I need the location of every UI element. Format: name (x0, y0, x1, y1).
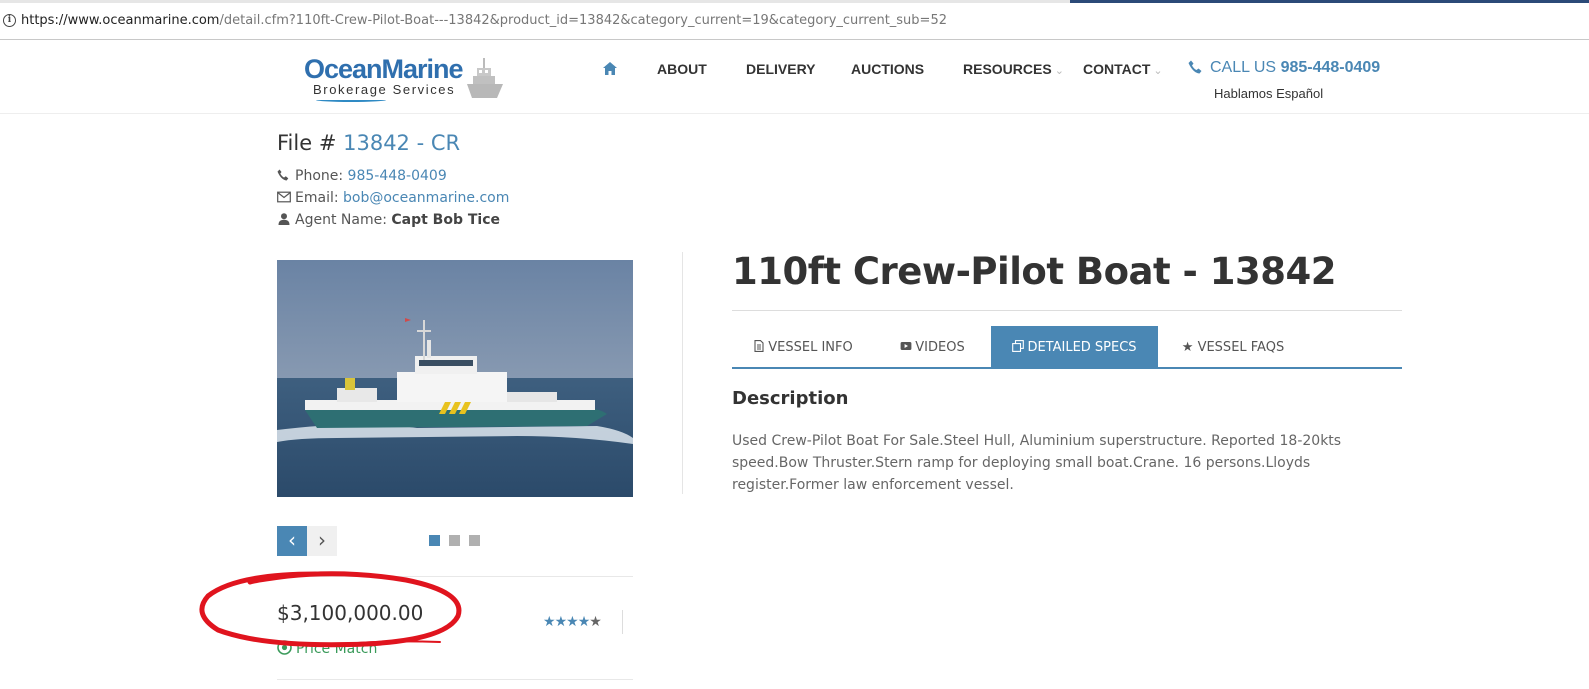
home-icon[interactable] (603, 62, 617, 75)
video-icon (900, 342, 912, 350)
phone-icon (1188, 60, 1202, 74)
chevron-right-icon: › (318, 528, 326, 552)
gallery-dot-1[interactable] (429, 535, 440, 546)
gallery-next-button[interactable]: › (307, 526, 337, 556)
phone-icon (277, 169, 289, 181)
agent-label: Agent Name: (295, 212, 387, 228)
email-link[interactable]: bob@oceanmarine.com (343, 190, 509, 206)
star-icon: ★ (554, 614, 568, 630)
nav-resources[interactable]: RESOURCES ⌄ (963, 61, 1064, 77)
star-icon: ★ (1181, 340, 1194, 355)
phone-line: Phone: 985-448-0409 (277, 168, 447, 184)
tab-detailed-specs-label: DETAILED SPECS (1027, 340, 1137, 355)
site-logo[interactable]: OceanMarine Brokerage Services (304, 54, 504, 106)
chevron-down-icon: ⌄ (1054, 65, 1064, 77)
url-text[interactable]: https://www.oceanmarine.com/detail.cfm?1… (21, 13, 947, 28)
rating-divider (622, 610, 623, 634)
tab-videos-label: VIDEOS (915, 340, 965, 355)
nav-auctions-label: AUCTIONS (851, 61, 925, 77)
browser-address-bar[interactable]: i https://www.oceanmarine.com/detail.cfm… (0, 0, 1589, 40)
tab-vessel-faqs-label: VESSEL FAQS (1197, 340, 1285, 355)
tab-underline (732, 367, 1402, 369)
gallery-dot-3[interactable] (469, 535, 480, 546)
tab-vessel-faqs[interactable]: ★ VESSEL FAQS (1158, 326, 1308, 368)
nav-delivery[interactable]: DELIVERY (746, 61, 816, 77)
logo-swoosh (316, 98, 386, 102)
copy-icon (1012, 340, 1025, 352)
vessel-photo[interactable] (277, 260, 633, 497)
title-divider (732, 310, 1402, 311)
call-us[interactable]: CALL US 985-448-0409 (1210, 59, 1380, 77)
chevron-left-icon: ‹ (288, 528, 296, 552)
phone-link[interactable]: 985-448-0409 (348, 168, 447, 184)
nav-auctions[interactable]: AUCTIONS (851, 61, 924, 77)
nav-resources-label: RESOURCES (963, 61, 1052, 77)
star-icon: ★ (589, 614, 602, 630)
url-host: https://www.oceanmarine.com (21, 13, 220, 28)
nav-contact-label: CONTACT (1083, 61, 1151, 77)
phone-label: Phone: (295, 168, 344, 184)
tab-strip-right (1070, 0, 1589, 3)
email-line: Email: bob@oceanmarine.com (277, 190, 509, 206)
call-us-label: CALL US (1210, 59, 1277, 76)
description-heading: Description (732, 388, 849, 409)
description-text: Used Crew-Pilot Boat For Sale.Steel Hull… (732, 433, 1342, 493)
gallery-prev-button[interactable]: ‹ (277, 526, 307, 556)
call-us-number: 985-448-0409 (1280, 59, 1381, 76)
site-info-icon[interactable]: i (3, 14, 16, 27)
email-label: Email: (295, 190, 339, 206)
nav-about[interactable]: ABOUT (657, 61, 707, 77)
vessel-title: 110ft Crew-Pilot Boat - 13842 (732, 250, 1337, 293)
tab-vessel-info-label: VESSEL INFO (768, 340, 853, 355)
envelope-icon (277, 191, 291, 203)
rating-stars: ★★★★★ (543, 614, 602, 630)
browser-tab-strip (0, 0, 1589, 4)
file-number-heading: File # 13842 - CR (277, 131, 460, 155)
file-prefix: File # (277, 131, 337, 155)
star-icon: ★ (566, 614, 579, 630)
column-divider (682, 252, 683, 494)
nav-delivery-label: DELIVERY (746, 61, 816, 77)
nav-contact[interactable]: CONTACT ⌄ (1083, 61, 1163, 77)
document-icon (754, 340, 764, 352)
file-number: 13842 - CR (343, 131, 461, 155)
annotation-circle (199, 571, 462, 648)
logo-subtitle: Brokerage Services (313, 82, 456, 97)
gallery-dot-2[interactable] (449, 535, 460, 546)
agent-line: Agent Name: Capt Bob Tice (277, 212, 500, 228)
tab-strip-left (0, 0, 1070, 3)
agent-name: Capt Bob Tice (391, 212, 501, 228)
tab-videos[interactable]: VIDEOS (874, 326, 991, 368)
hablamos-espanol: Hablamos Español (1214, 86, 1324, 101)
tab-detailed-specs[interactable]: DETAILED SPECS (991, 326, 1158, 368)
url-path: /detail.cfm?110ft-Crew-Pilot-Boat---1384… (219, 13, 947, 28)
site-header (0, 40, 1589, 114)
ship-icon (467, 58, 503, 98)
star-icon: ★ (543, 614, 556, 630)
star-icon: ★ (577, 614, 591, 630)
tab-vessel-info[interactable]: VESSEL INFO (732, 326, 874, 368)
logo-brand: OceanMarine (304, 54, 464, 84)
nav-about-label: ABOUT (657, 61, 707, 77)
price-divider-bottom (277, 679, 633, 680)
user-icon (278, 213, 290, 225)
chevron-down-icon: ⌄ (1153, 65, 1163, 77)
